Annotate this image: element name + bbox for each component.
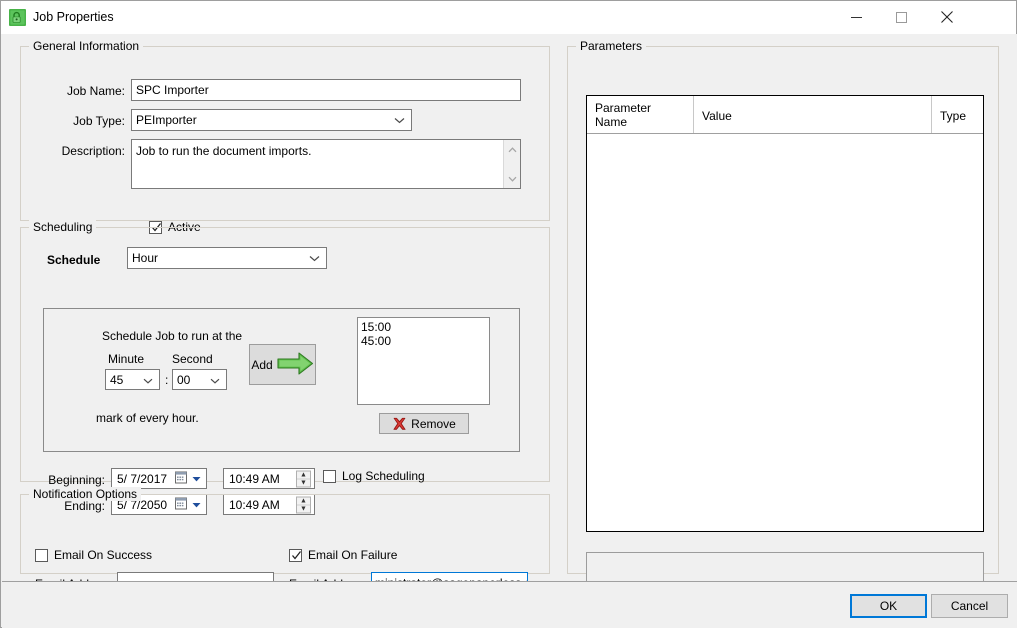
description-label: Description: (61, 144, 125, 158)
parameters-group: Parameters Parameter Name Value Type (567, 39, 999, 588)
calendar-icon (175, 471, 187, 486)
chevron-down-icon (394, 113, 405, 127)
scroll-up-icon[interactable] (504, 141, 520, 158)
schedule-value: Hour (132, 251, 159, 265)
column-header-line1: Parameter (595, 101, 652, 115)
description-value: Job to run the document imports. (136, 144, 312, 158)
parameters-legend: Parameters (576, 39, 647, 53)
schedule-label: Schedule (47, 253, 101, 267)
chevron-down-icon (309, 251, 320, 265)
description-input[interactable]: Job to run the document imports. (131, 139, 521, 189)
title-bar: Job Properties (1, 1, 1016, 34)
scroll-down-icon[interactable] (504, 170, 520, 187)
remove-button[interactable]: Remove (379, 413, 469, 434)
job-type-label: Job Type: (73, 114, 125, 128)
spinner-up-icon[interactable]: ▲ (297, 471, 310, 479)
second-value: 00 (177, 372, 191, 387)
schedule-detail-panel: Schedule Job to run at the Minute Second… (43, 308, 520, 452)
ok-button[interactable]: OK (850, 594, 927, 618)
parameters-table[interactable]: Parameter Name Value Type (586, 95, 984, 532)
cancel-button-label: Cancel (950, 599, 989, 613)
chevron-down-icon (143, 373, 153, 387)
run-at-text: Schedule Job to run at the (102, 329, 243, 343)
ok-button-label: OK (879, 599, 898, 613)
remove-button-label: Remove (411, 416, 456, 431)
general-information-legend: General Information (29, 39, 144, 53)
minimize-icon[interactable] (834, 1, 879, 33)
minute-label: Minute (108, 352, 145, 366)
email-on-success-label: Email On Success (54, 548, 153, 562)
green-arrow-right-icon (277, 351, 314, 379)
email-on-success-checkbox[interactable]: Email On Success (35, 548, 152, 562)
checkbox-box (289, 548, 302, 562)
maximize-icon[interactable] (879, 1, 924, 33)
log-scheduling-checkbox[interactable]: Log Scheduling (323, 469, 425, 483)
spinner-down-icon[interactable]: ▼ (297, 479, 310, 486)
check-icon (292, 550, 302, 560)
close-icon[interactable] (924, 1, 969, 33)
table-header-row: Parameter Name Value Type (587, 96, 983, 134)
column-header-type[interactable]: Type (932, 96, 983, 133)
job-name-label: Job Name: (66, 84, 125, 98)
mark-text: mark of every hour. (96, 411, 199, 425)
job-type-value: PEImporter (136, 113, 197, 127)
column-header-parameter-name[interactable]: Parameter Name (587, 96, 694, 133)
schedule-select[interactable]: Hour (127, 247, 327, 269)
job-type-select[interactable]: PEImporter (131, 109, 412, 131)
cancel-button[interactable]: Cancel (931, 594, 1008, 618)
window-title: Job Properties (33, 10, 114, 24)
beginning-date-picker[interactable]: 5/ 7/2017 (111, 468, 207, 489)
job-properties-window: Job Properties General Information Job N… (0, 0, 1017, 628)
time-spinner[interactable]: ▲ ▼ (296, 470, 311, 487)
chevron-down-icon (210, 373, 220, 387)
beginning-time-value: 10:49 AM (229, 471, 280, 486)
email-on-failure-checkbox[interactable]: Email On Failure (289, 548, 397, 562)
second-select[interactable]: 00 (172, 369, 227, 390)
minute-select[interactable]: 45 (105, 369, 160, 390)
column-header-value[interactable]: Value (694, 96, 932, 133)
job-name-input[interactable]: SPC Importer (131, 79, 521, 101)
log-scheduling-label: Log Scheduling (342, 469, 425, 483)
list-item[interactable]: 45:00 (361, 334, 489, 348)
second-label: Second (172, 352, 213, 366)
column-header-line2: Name (595, 115, 628, 129)
checkbox-box (35, 548, 48, 562)
time-separator: : (165, 373, 169, 387)
email-on-failure-label: Email On Failure (308, 548, 398, 562)
app-lock-icon (9, 9, 26, 26)
beginning-time-input[interactable]: 10:49 AM ▲ ▼ (223, 468, 315, 489)
scheduled-times-list[interactable]: 15:00 45:00 (357, 317, 490, 405)
red-x-icon (392, 417, 407, 431)
checkbox-box (323, 469, 336, 483)
scheduling-group: Scheduling Schedule Hour Schedule Job to… (20, 220, 550, 515)
chevron-down-icon[interactable] (192, 474, 201, 484)
add-button[interactable]: Add (249, 344, 316, 385)
general-information-group: General Information Job Name: SPC Import… (20, 39, 550, 234)
beginning-label: Beginning: (48, 473, 105, 487)
notification-options-group: Notification Options Email On Success Em… (20, 487, 550, 593)
dialog-footer: OK Cancel (2, 581, 1017, 628)
list-item[interactable]: 15:00 (361, 320, 489, 334)
scheduling-legend: Scheduling (29, 220, 97, 234)
minute-value: 45 (110, 372, 124, 387)
job-name-value: SPC Importer (136, 83, 209, 97)
description-scrollbar[interactable] (503, 140, 520, 188)
beginning-date-value: 5/ 7/2017 (117, 471, 168, 486)
notification-options-legend: Notification Options (29, 487, 142, 501)
dialog-content: General Information Job Name: SPC Import… (2, 34, 1017, 593)
add-button-label: Add (251, 357, 273, 372)
